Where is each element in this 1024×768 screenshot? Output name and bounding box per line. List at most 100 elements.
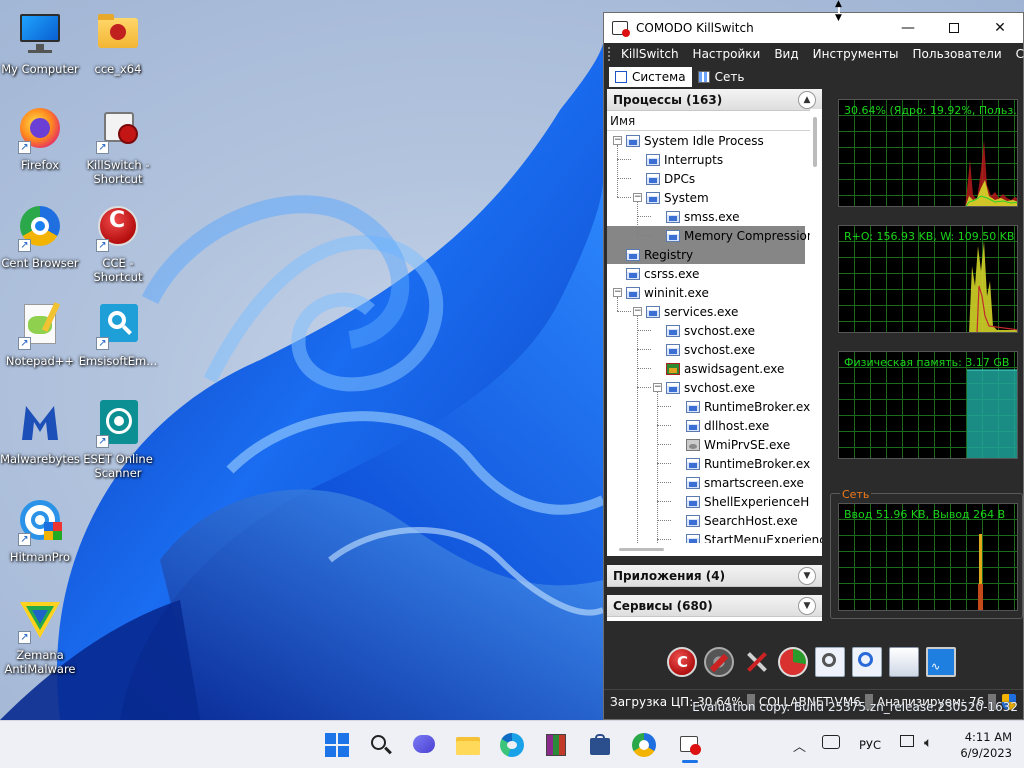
- tools-icon[interactable]: [704, 647, 734, 677]
- network-offline-icon[interactable]: [822, 735, 840, 749]
- search-icon[interactable]: [369, 733, 393, 757]
- kill-process-icon[interactable]: [741, 647, 771, 677]
- killswitch-icon[interactable]: [678, 733, 702, 763]
- desktop-icon-label: Zemana AntiMalware: [4, 648, 76, 676]
- process-icon: [686, 457, 700, 470]
- collapse-toggle-icon[interactable]: −: [633, 307, 642, 316]
- desktop-icon-emsisoft[interactable]: ↗ EmsisoftEm...: [78, 302, 158, 368]
- desktop-icon-cce-shortcut[interactable]: C ↗ CCE - Shortcut: [78, 204, 158, 284]
- process-icon: [626, 286, 640, 299]
- file-explorer-icon[interactable]: [456, 733, 480, 757]
- process-icon: [646, 191, 660, 204]
- process-row[interactable]: − wininit.exe: [607, 283, 805, 302]
- close-button[interactable]: ✕: [977, 13, 1023, 43]
- menu-killswitch[interactable]: KillSwitch: [614, 47, 686, 61]
- network-icon[interactable]: [900, 735, 914, 747]
- tree-connector: [657, 520, 671, 521]
- title-bar[interactable]: COMODO KillSwitch — ✕: [604, 13, 1023, 43]
- store-icon[interactable]: [588, 733, 612, 757]
- desktop-icon-eset-online-scanner[interactable]: ↗ ESET Online Scanner: [78, 400, 158, 480]
- column-header-name[interactable]: Имя: [607, 111, 822, 131]
- processes-section-header[interactable]: Процессы (163) ▲: [607, 89, 822, 111]
- menu-settings[interactable]: Настройки: [686, 47, 768, 61]
- collapse-toggle-icon[interactable]: −: [613, 288, 622, 297]
- memory-graph[interactable]: Физическая память: 3.17 GB: [838, 351, 1018, 459]
- desktop-icon-label: CCE - Shortcut: [93, 256, 143, 284]
- desktop-icon-firefox[interactable]: ↗ Firefox: [0, 106, 80, 172]
- chevron-down-icon[interactable]: ▼: [798, 596, 816, 615]
- clock-date: 6/9/2023: [960, 746, 1012, 760]
- tree-horizontal-scrollbar[interactable]: [607, 543, 822, 556]
- start-icon[interactable]: [325, 733, 349, 757]
- desktop-icon-cce-x64[interactable]: cce_x64: [78, 10, 158, 76]
- scrollbar-thumb[interactable]: [813, 117, 817, 167]
- desktop-icon-hitmanpro[interactable]: ↗ HitmanPro: [0, 498, 80, 564]
- chat-icon[interactable]: [412, 733, 436, 757]
- window-title: COMODO KillSwitch: [636, 21, 754, 35]
- tree-connector: [617, 159, 631, 160]
- pie-chart-icon[interactable]: [778, 647, 808, 677]
- tree-connector: [637, 316, 638, 543]
- search-online-icon[interactable]: [852, 647, 882, 677]
- winrar-icon[interactable]: [544, 733, 568, 757]
- notepadpp-icon: ↗: [16, 302, 64, 350]
- tree-connector: [637, 368, 651, 369]
- collapse-toggle-icon[interactable]: −: [653, 383, 662, 392]
- process-row[interactable]: − System Idle Process: [607, 131, 805, 150]
- language-indicator[interactable]: РУС: [859, 738, 881, 752]
- cent-browser-icon[interactable]: [632, 733, 656, 757]
- menu-view[interactable]: Вид: [767, 47, 805, 61]
- menu-bar: KillSwitch Настройки Вид Инструменты Пол…: [604, 43, 1024, 65]
- tree-connector: [637, 330, 651, 331]
- minimize-button[interactable]: —: [885, 13, 931, 43]
- tab-network[interactable]: Сеть: [692, 67, 751, 87]
- edge-icon[interactable]: [500, 733, 524, 757]
- search-icon[interactable]: [815, 647, 845, 677]
- scrollbar-thumb[interactable]: [619, 548, 664, 551]
- tree-connector: [617, 297, 618, 311]
- chevron-up-icon[interactable]: ︿: [793, 736, 806, 755]
- process-row[interactable]: Registry: [607, 245, 805, 264]
- clock[interactable]: 4:11 AM 6/9/2023: [942, 729, 1012, 761]
- volume-icon[interactable]: 🔈︎: [924, 735, 932, 751]
- chevron-up-icon[interactable]: ▲: [798, 90, 816, 109]
- collapse-toggle-icon[interactable]: −: [633, 193, 642, 202]
- cpu-graph[interactable]: 30.64% (Ядро: 19.92%, Польз.: 10.72%): [838, 99, 1018, 207]
- process-name: Registry: [644, 247, 694, 262]
- chevron-down-icon[interactable]: ▼: [798, 566, 816, 585]
- services-section-header[interactable]: Сервисы (680) ▼: [607, 595, 822, 617]
- menu-tools[interactable]: Инструменты: [806, 47, 906, 61]
- menu-users[interactable]: Пользователи: [906, 47, 1009, 61]
- desktop-icon-cent-browser[interactable]: ↗ Cent Browser: [0, 204, 80, 270]
- tab-label: Система: [632, 70, 686, 84]
- folder-icon[interactable]: [889, 647, 919, 677]
- process-row[interactable]: csrss.exe: [607, 264, 805, 283]
- desktop-icon-label: KillSwitch - Shortcut: [86, 158, 150, 186]
- process-row[interactable]: DPCs: [607, 169, 805, 188]
- collapse-toggle-icon[interactable]: −: [613, 136, 622, 145]
- applications-section-header[interactable]: Приложения (4) ▼: [607, 565, 822, 587]
- comodo-logo-icon[interactable]: C: [667, 647, 697, 677]
- process-row[interactable]: Interrupts: [607, 150, 805, 169]
- comodo-cce-icon: C ↗: [94, 204, 142, 252]
- process-name: System: [664, 190, 709, 205]
- desktop-icon-my-computer[interactable]: My Computer: [0, 10, 80, 76]
- maximize-button[interactable]: [931, 13, 977, 43]
- minimize-icon: —: [901, 20, 915, 36]
- desktop-icon-malwarebytes[interactable]: Malwarebytes: [0, 400, 80, 466]
- section-divider: [604, 556, 825, 565]
- monitor-icon[interactable]: ∿: [926, 647, 956, 677]
- network-graph[interactable]: Ввод 51.96 KB, Вывод 264 B: [838, 503, 1018, 611]
- shortcut-arrow-icon: ↗: [18, 141, 31, 154]
- desktop-icon-zemana-antimalware[interactable]: ↗ Zemana AntiMalware: [0, 596, 80, 676]
- io-graph[interactable]: R+O: 156.93 KB, W: 109.50 KB: [838, 225, 1018, 333]
- tree-vertical-scrollbar[interactable]: [810, 109, 822, 521]
- process-icon: [626, 134, 640, 147]
- folder-icon: [94, 10, 142, 58]
- desktop-icon-label: Firefox: [20, 158, 60, 172]
- desktop-icon-killswitch-shortcut[interactable]: ↗ KillSwitch - Shortcut: [78, 106, 158, 186]
- desktop-icon-notepadpp[interactable]: ↗ Notepad++: [0, 302, 80, 368]
- tab-system[interactable]: Система: [609, 67, 692, 87]
- menu-help[interactable]: Справка: [1009, 47, 1024, 61]
- process-name: csrss.exe: [644, 266, 700, 281]
